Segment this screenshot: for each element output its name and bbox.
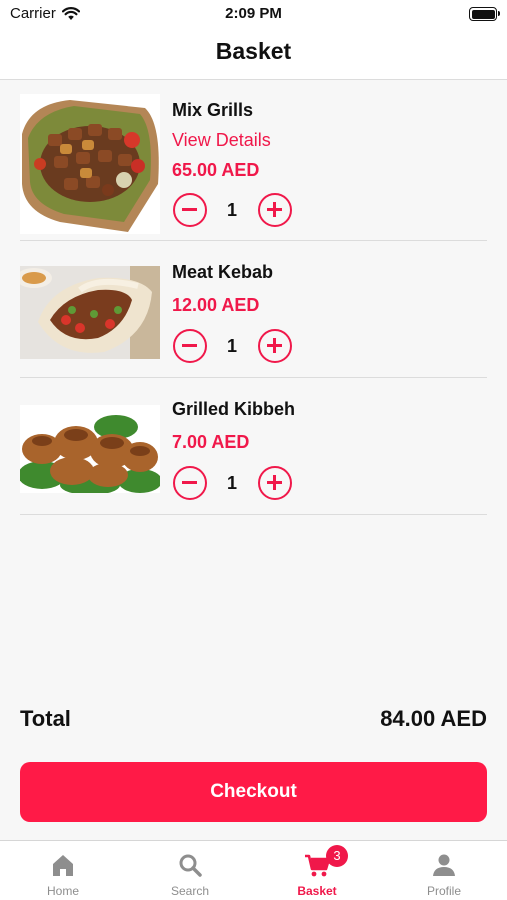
increase-quantity-button[interactable] <box>258 193 292 227</box>
tab-basket[interactable]: 3 Basket <box>254 841 380 900</box>
view-details-link[interactable]: View Details <box>172 130 271 151</box>
item-price: 65.00 AED <box>172 160 260 180</box>
cart-count-badge: 3 <box>326 845 348 867</box>
item-image-meat-kebab <box>20 266 160 359</box>
checkout-button[interactable]: Checkout <box>20 762 487 822</box>
tab-home[interactable]: Home <box>0 841 126 900</box>
decrease-quantity-button[interactable] <box>173 329 207 363</box>
quantity-stepper: 1 <box>172 466 292 500</box>
home-icon <box>53 855 73 876</box>
increase-quantity-button[interactable] <box>258 466 292 500</box>
tab-label: Profile <box>426 884 461 898</box>
page-title: Basket <box>215 38 292 64</box>
basket-item: Meat Kebab 12.00 AED 1 <box>20 262 487 378</box>
tab-label: Basket <box>297 884 337 898</box>
item-name: Grilled Kibbeh <box>172 399 296 419</box>
search-icon <box>179 854 202 877</box>
item-price: 7.00 AED <box>172 432 250 452</box>
quantity-value: 1 <box>226 473 237 493</box>
item-price: 12.00 AED <box>172 295 260 315</box>
quantity-value: 1 <box>226 336 237 356</box>
increase-quantity-button[interactable] <box>258 329 292 363</box>
item-name: Mix Grills <box>172 100 254 120</box>
quantity-value: 1 <box>226 200 237 220</box>
person-icon <box>433 854 455 876</box>
decrease-quantity-button[interactable] <box>173 193 207 227</box>
total-label: Total <box>20 706 71 731</box>
tab-search[interactable]: Search <box>127 841 253 900</box>
basket-item: Mix Grills View Details 65.00 AED 1 <box>20 94 487 241</box>
decrease-quantity-button[interactable] <box>173 466 207 500</box>
status-bar: Carrier 2:09 PM <box>0 0 507 28</box>
item-name: Meat Kebab <box>172 262 274 282</box>
quantity-stepper: 1 <box>172 329 292 363</box>
nav-bar: Basket <box>0 28 507 80</box>
status-time: 2:09 PM <box>225 5 282 22</box>
tab-label: Home <box>46 884 79 898</box>
item-image-grilled-kibbeh <box>20 405 160 493</box>
tab-profile[interactable]: Profile <box>381 841 507 900</box>
battery-icon <box>469 7 500 21</box>
quantity-stepper: 1 <box>172 193 292 227</box>
basket-item: Grilled Kibbeh 7.00 AED 1 <box>20 399 487 515</box>
item-image-mix-grills <box>20 94 160 234</box>
total-value: 84.00 AED <box>380 706 487 731</box>
tab-bar: Home Search 3 Basket Profile <box>0 840 507 900</box>
tab-label: Search <box>170 884 210 898</box>
